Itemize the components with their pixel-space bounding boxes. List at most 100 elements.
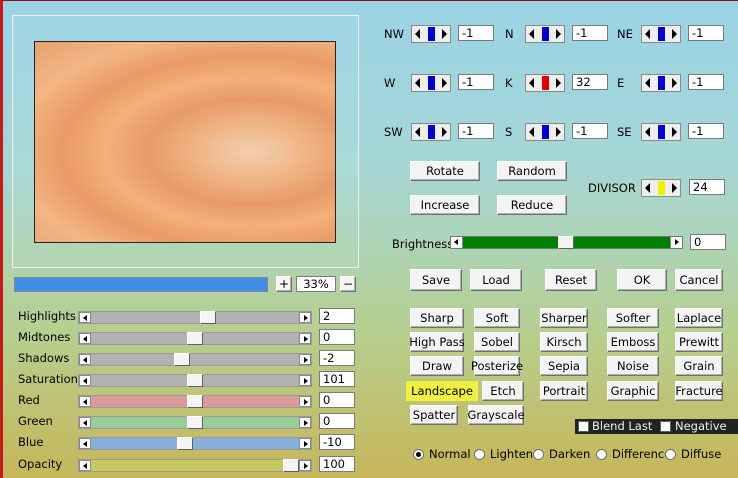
- blend-lighten-radio[interactable]: [474, 449, 485, 460]
- green-slider[interactable]: [78, 416, 312, 429]
- preset-grayscale-button[interactable]: Grayscale: [467, 405, 525, 425]
- blend-last-checkbox[interactable]: [578, 421, 589, 432]
- green-decrease-arrow[interactable]: [79, 417, 91, 428]
- blend-difference-radio[interactable]: [596, 449, 607, 460]
- highlights-increase-arrow[interactable]: [299, 312, 311, 323]
- kernel-s-field[interactable]: -1: [572, 123, 608, 139]
- preset-laplace-button[interactable]: Laplace: [675, 308, 723, 328]
- kernel-nw-spinner[interactable]: [411, 25, 451, 43]
- preset-graphic-button[interactable]: Graphic: [607, 381, 659, 401]
- blue-thumb[interactable]: [177, 437, 194, 450]
- kernel-ne-thumb[interactable]: [658, 27, 665, 41]
- kernel-se-spinner[interactable]: [641, 123, 681, 141]
- highlights-thumb[interactable]: [200, 311, 217, 324]
- preset-grain-button[interactable]: Grain: [675, 356, 723, 376]
- green-thumb[interactable]: [187, 416, 203, 429]
- increase-button[interactable]: Increase: [410, 195, 480, 215]
- preset-portrait-button[interactable]: Portrait: [540, 381, 588, 401]
- preset-soft-button[interactable]: Soft: [474, 308, 520, 328]
- highlights-field[interactable]: 2: [319, 308, 355, 324]
- saturation-thumb[interactable]: [187, 374, 203, 387]
- blue-slider[interactable]: [78, 437, 312, 450]
- preset-emboss-button[interactable]: Emboss: [607, 332, 659, 352]
- ok-button[interactable]: OK: [617, 269, 667, 291]
- kernel-e-field[interactable]: -1: [688, 74, 724, 90]
- preset-draw-button[interactable]: Draw: [410, 356, 464, 376]
- green-field[interactable]: 0: [319, 413, 355, 429]
- midtones-thumb[interactable]: [187, 332, 203, 345]
- shadows-field[interactable]: -2: [319, 350, 355, 366]
- kernel-nw-field[interactable]: -1: [458, 25, 494, 41]
- preset-fracture-button[interactable]: Fracture: [675, 381, 723, 401]
- preset-sobel-button[interactable]: Sobel: [474, 332, 520, 352]
- blend-normal-radio[interactable]: [413, 449, 424, 460]
- blend-darken-radio[interactable]: [533, 449, 544, 460]
- divisor-thumb[interactable]: [658, 181, 665, 195]
- kernel-s-thumb[interactable]: [542, 125, 549, 139]
- kernel-n-field[interactable]: -1: [572, 25, 608, 41]
- shadows-slider[interactable]: [78, 353, 312, 366]
- kernel-w-spinner[interactable]: [411, 74, 451, 92]
- highlights-slider[interactable]: [78, 311, 312, 324]
- kernel-k-field[interactable]: 32: [572, 74, 608, 90]
- load-button[interactable]: Load: [470, 269, 522, 291]
- kernel-w-thumb[interactable]: [428, 76, 435, 90]
- zoom-in-button[interactable]: +: [276, 276, 292, 292]
- kernel-sw-thumb[interactable]: [428, 125, 435, 139]
- divisor-spinner[interactable]: [641, 179, 681, 197]
- red-increase-arrow[interactable]: [299, 396, 311, 407]
- kernel-se-thumb[interactable]: [658, 125, 665, 139]
- midtones-field[interactable]: 0: [319, 329, 355, 345]
- preset-prewitt-button[interactable]: Prewitt: [675, 332, 723, 352]
- blue-decrease-arrow[interactable]: [79, 438, 91, 449]
- preset-landscape-button[interactable]: Landscape: [406, 381, 478, 401]
- divisor-field[interactable]: 24: [689, 179, 725, 195]
- midtones-decrease-arrow[interactable]: [79, 333, 91, 344]
- preset-sharp-button[interactable]: Sharp: [410, 308, 464, 328]
- kernel-sw-spinner[interactable]: [411, 123, 451, 141]
- kernel-ne-field[interactable]: -1: [688, 25, 724, 41]
- shadows-increase-arrow[interactable]: [299, 354, 311, 365]
- preset-kirsch-button[interactable]: Kirsch: [540, 332, 588, 352]
- kernel-w-field[interactable]: -1: [458, 74, 494, 90]
- zoom-field[interactable]: 33%: [296, 276, 336, 292]
- red-field[interactable]: 0: [319, 392, 355, 408]
- blue-increase-arrow[interactable]: [299, 438, 311, 449]
- shadows-decrease-arrow[interactable]: [79, 354, 91, 365]
- kernel-s-spinner[interactable]: [525, 123, 565, 141]
- preset-posterize-button[interactable]: Posterize: [471, 356, 523, 376]
- preset-spatter-button[interactable]: Spatter: [410, 405, 458, 425]
- preset-noise-button[interactable]: Noise: [607, 356, 659, 376]
- kernel-k-thumb[interactable]: [542, 76, 549, 90]
- preset-etch-button[interactable]: Etch: [482, 381, 524, 401]
- saturation-slider[interactable]: [78, 374, 312, 387]
- kernel-e-thumb[interactable]: [658, 76, 665, 90]
- kernel-n-thumb[interactable]: [542, 27, 549, 41]
- kernel-se-field[interactable]: -1: [688, 123, 724, 139]
- rotate-button[interactable]: Rotate: [410, 161, 480, 181]
- midtones-increase-arrow[interactable]: [299, 333, 311, 344]
- opacity-slider[interactable]: [78, 459, 312, 472]
- red-thumb[interactable]: [187, 395, 203, 408]
- blue-field[interactable]: -10: [319, 434, 355, 450]
- blend-diffuse-radio[interactable]: [665, 449, 676, 460]
- zoom-out-button[interactable]: −: [340, 276, 356, 292]
- negative-checkbox[interactable]: [660, 421, 671, 432]
- reset-button[interactable]: Reset: [545, 269, 597, 291]
- midtones-slider[interactable]: [78, 332, 312, 345]
- shadows-thumb[interactable]: [173, 353, 190, 366]
- kernel-n-spinner[interactable]: [525, 25, 565, 43]
- red-slider[interactable]: [78, 395, 312, 408]
- opacity-thumb[interactable]: [283, 459, 299, 472]
- kernel-e-spinner[interactable]: [641, 74, 681, 92]
- kernel-k-spinner[interactable]: [525, 74, 565, 92]
- highlights-decrease-arrow[interactable]: [79, 312, 91, 323]
- random-button[interactable]: Random: [497, 161, 567, 181]
- kernel-nw-thumb[interactable]: [428, 27, 435, 41]
- opacity-decrease-arrow[interactable]: [79, 460, 91, 471]
- saturation-decrease-arrow[interactable]: [79, 375, 91, 386]
- opacity-field[interactable]: 100: [319, 456, 355, 472]
- green-increase-arrow[interactable]: [299, 417, 311, 428]
- brightness-slider[interactable]: [450, 236, 683, 249]
- brightness-field[interactable]: 0: [690, 234, 726, 250]
